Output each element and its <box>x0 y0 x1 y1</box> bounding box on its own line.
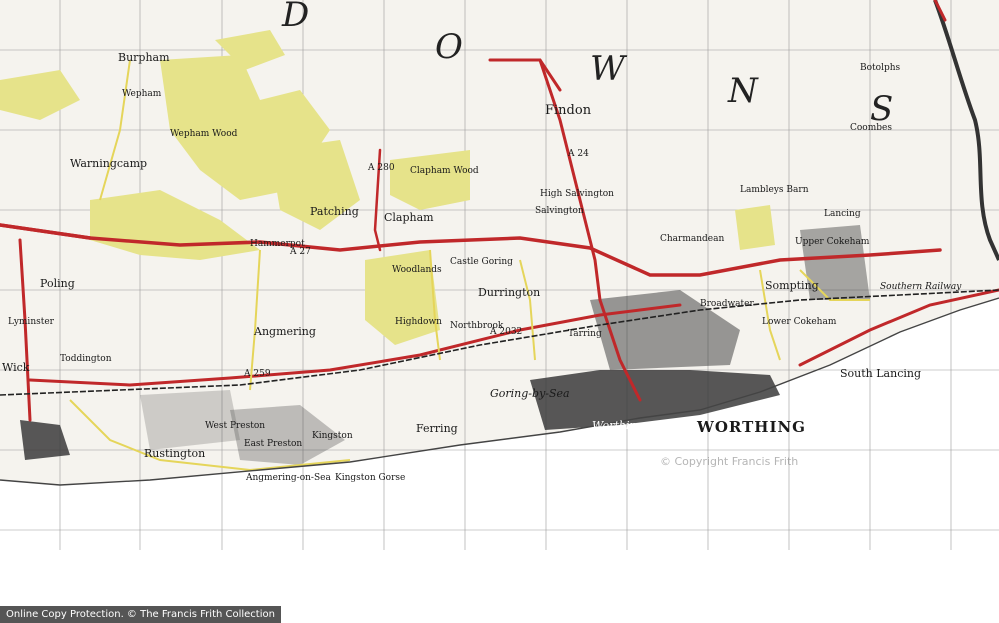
place-burpham: Burpham <box>118 51 170 64</box>
downs-letter-d: D <box>282 0 312 35</box>
place-woodlands: Woodlands <box>392 265 442 275</box>
place-tarring: Tarring <box>568 329 602 339</box>
copyright-watermark: © Copyright Francis Frith <box>660 455 799 468</box>
place-kingston: Kingston <box>312 431 353 441</box>
place-lambleys-barn: Lambleys Barn <box>740 185 809 195</box>
place-clapham-wood: Clapham Wood <box>410 166 479 176</box>
road-label-a27: A 27 <box>290 247 311 257</box>
place-rustington: Rustington <box>144 447 206 460</box>
place-angmering-on-sea: Angmering-on-Sea <box>246 473 331 483</box>
place-castle-goring: Castle Goring <box>450 257 513 267</box>
place-findon: Findon <box>545 103 592 118</box>
place-lancing: Lancing <box>824 209 861 219</box>
place-toddington: Toddington <box>60 354 112 364</box>
place-goring-by-sea: Goring-by-Sea <box>490 387 570 400</box>
place-wick: Wick <box>2 361 30 374</box>
place-warningcamp: Warningcamp <box>70 157 148 170</box>
sea-area <box>0 298 999 623</box>
downs-letter-o: O <box>435 27 465 67</box>
road-label-a280: A 280 <box>368 163 395 173</box>
place-wepham: Wepham <box>122 89 162 99</box>
place-lower-cokeham: Lower Cokeham <box>762 317 837 327</box>
place-upper-cokeham: Upper Cokeham <box>795 237 870 247</box>
place-highdown: Highdown <box>395 317 442 327</box>
map-canvas[interactable]: D O W N S WORTHING Worthing Burpham Weph… <box>0 0 999 623</box>
place-lyminster: Lyminster <box>8 317 54 327</box>
downs-letter-w: W <box>590 49 627 89</box>
place-durrington: Durrington <box>478 286 541 299</box>
place-charmandean: Charmandean <box>660 234 725 244</box>
copy-protection-footer: Online Copy Protection. © The Francis Fr… <box>0 606 281 623</box>
place-poling: Poling <box>40 277 75 290</box>
place-angmering: Angmering <box>254 325 316 338</box>
town-worthing-small: Worthing <box>592 419 644 432</box>
place-east-preston: East Preston <box>244 439 303 449</box>
road-label-a259: A 259 <box>244 369 271 379</box>
place-salvington: Salvington <box>535 206 584 216</box>
place-high-salvington: High Salvington <box>540 189 614 199</box>
place-southern-railway: Southern Railway <box>880 282 962 292</box>
place-kingston-gorse: Kingston Gorse <box>335 473 406 483</box>
place-broadwater: Broadwater <box>700 299 754 309</box>
place-ferring: Ferring <box>416 422 458 435</box>
place-patching: Patching <box>310 205 359 218</box>
place-south-lancing: South Lancing <box>840 367 921 380</box>
place-botolphs: Botolphs <box>860 63 901 73</box>
downs-letter-n: N <box>728 71 760 111</box>
place-west-preston: West Preston <box>205 421 266 431</box>
place-sompting: Sompting <box>765 279 819 292</box>
downs-letter-s: S <box>870 89 896 129</box>
place-wepham-wood: Wepham Wood <box>170 129 238 139</box>
road-label-a24: A 24 <box>568 149 589 159</box>
road-label-a2032: A 2032 <box>490 327 523 337</box>
place-clapham: Clapham <box>384 211 434 224</box>
town-worthing: WORTHING <box>697 418 806 436</box>
place-coombes: Coombes <box>850 123 892 133</box>
